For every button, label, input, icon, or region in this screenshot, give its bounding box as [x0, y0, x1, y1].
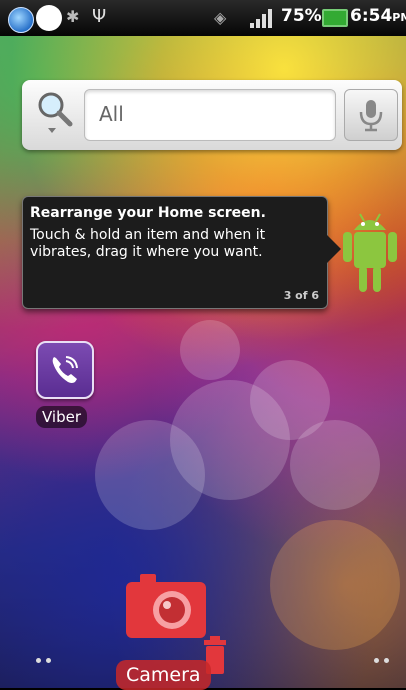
home-tip-popup[interactable]: Rearrange your Home screen. Touch & hold… — [22, 196, 341, 309]
battery-percent: 75% — [281, 6, 322, 26]
status-bar: ✱ Ψ ◈ 75% 6:54PM — [0, 0, 406, 36]
clock: 6:54PM — [350, 6, 406, 26]
usb-icon: Ψ — [92, 6, 107, 27]
camera-app-icon[interactable] — [126, 574, 206, 640]
page-indicator-left — [36, 648, 56, 667]
tip-pointer — [327, 235, 341, 263]
voice-search-button[interactable] — [344, 89, 398, 141]
viber-app-label[interactable]: Viber — [36, 406, 88, 428]
search-input[interactable]: All — [84, 89, 336, 141]
bokeh-light — [290, 420, 380, 510]
phone-icon — [52, 356, 78, 383]
vibrate-icon: ◈ — [214, 8, 227, 27]
tip-body: Touch & hold an item and when it vibrate… — [30, 227, 266, 260]
clock-time: 6:54 — [350, 6, 393, 26]
search-icon[interactable] — [34, 90, 74, 134]
battery-icon — [322, 9, 348, 27]
bokeh-light — [270, 520, 400, 650]
viber-app-icon[interactable] — [36, 341, 94, 399]
search-widget: All — [22, 80, 402, 150]
bokeh-light — [95, 420, 205, 530]
search-scope-text: All — [99, 102, 124, 126]
microphone-icon — [359, 100, 383, 132]
browser-notification-icon — [8, 7, 34, 33]
clock-ampm: PM — [392, 11, 406, 24]
android-robot-icon — [343, 213, 397, 292]
notification-icon — [36, 5, 62, 31]
signal-icon — [250, 8, 274, 28]
bokeh-light — [180, 320, 240, 380]
tip-page-indicator: 3 of 6 — [283, 289, 319, 302]
debug-icon: ✱ — [66, 7, 80, 26]
tip-title: Rearrange your Home screen. — [30, 205, 266, 221]
page-indicator-right — [374, 648, 394, 667]
camera-app-label[interactable]: Camera — [116, 660, 211, 690]
